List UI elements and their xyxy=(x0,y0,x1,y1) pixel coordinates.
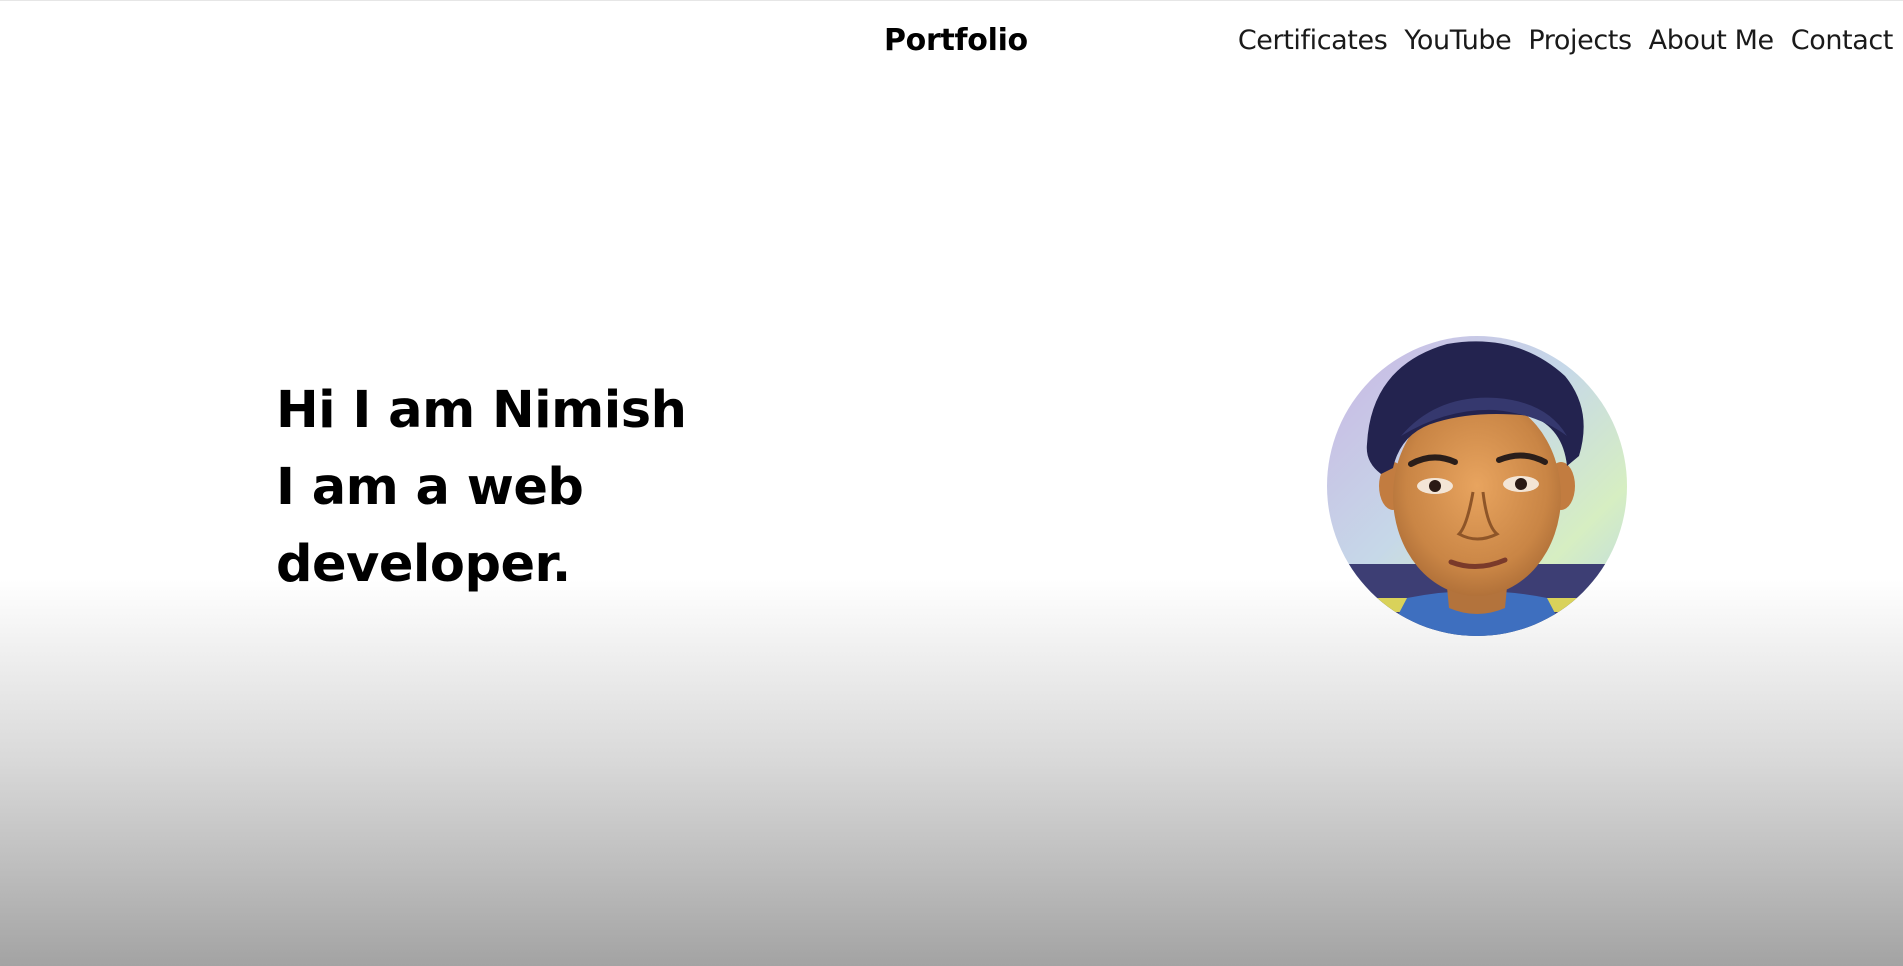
nav-link-contact[interactable]: Contact xyxy=(1791,21,1894,61)
navbar: Portfolio Certificates YouTube Projects … xyxy=(0,0,1903,84)
hero-line-greeting: Hi I am Nimish xyxy=(276,381,687,440)
brand-logo[interactable]: Portfolio xyxy=(884,21,1028,61)
nav-link-certificates[interactable]: Certificates xyxy=(1238,21,1388,61)
profile-photo-icon xyxy=(1327,336,1627,636)
nav-links: Certificates YouTube Projects About Me C… xyxy=(1238,21,1894,61)
hero-line-role: I am a web xyxy=(276,458,584,517)
nav-link-projects[interactable]: Projects xyxy=(1528,21,1632,61)
nav-link-youtube[interactable]: YouTube xyxy=(1404,21,1511,61)
hero-line-role-end: developer. xyxy=(276,535,571,594)
nav-link-about-me[interactable]: About Me xyxy=(1649,21,1775,61)
hero-intro: Hi I am Nimish I am a web developer. xyxy=(276,372,687,603)
